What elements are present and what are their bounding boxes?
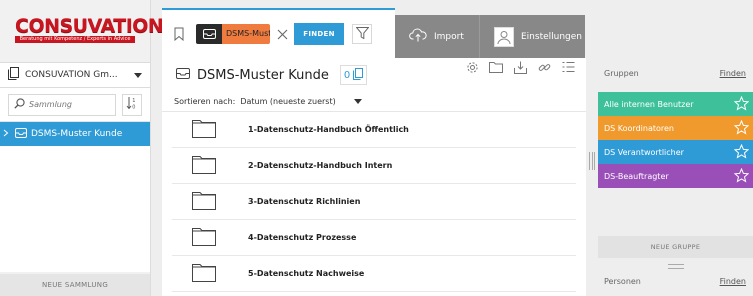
folder-icon <box>192 190 246 213</box>
folder-row[interactable]: 2-Datenschutz-Handbuch Intern <box>172 148 576 184</box>
folder-row[interactable]: 5-Datenschutz Nachweise <box>172 256 576 292</box>
document-count-badge[interactable]: 0 <box>339 65 368 85</box>
inbox-icon <box>196 24 222 44</box>
chevron-right-icon[interactable] <box>3 129 9 140</box>
groups-label: Gruppen <box>604 69 639 78</box>
folder-row[interactable]: 3-Datenschutz Richlinien <box>172 184 576 220</box>
group-name: DS Koordinatoren <box>604 123 674 133</box>
folder-icon[interactable] <box>484 61 508 74</box>
collection-name: CONSUVATION Gm... <box>25 70 118 80</box>
document-count: 0 <box>343 69 351 81</box>
groups-find-link[interactable]: Finden <box>720 69 746 78</box>
collection-icon <box>8 67 19 83</box>
filter-icon <box>354 26 370 42</box>
tree-item-label: DSMS-Muster Kunde <box>31 129 123 139</box>
folder-name: 2-Datenschutz-Handbuch Intern <box>248 161 393 170</box>
user-icon <box>494 26 514 47</box>
group-name: Alle internen Benutzer <box>604 99 694 109</box>
folder-icon <box>192 262 246 285</box>
bookmark-icon[interactable] <box>170 27 188 41</box>
sort-select[interactable]: Datum (neueste zuerst) <box>240 97 350 106</box>
logo-area: CONSUVATION Beratung mit Kompetenz / Exp… <box>0 0 164 62</box>
resize-handle[interactable] <box>589 152 595 170</box>
logo[interactable]: CONSUVATION Beratung mit Kompetenz / Exp… <box>15 15 164 46</box>
chip-label: DSMS-Must <box>222 24 270 44</box>
folder-icon <box>192 118 246 141</box>
folder-icon <box>192 226 246 249</box>
folder-row[interactable]: 1-Datenschutz-Handbuch Öffentlich <box>172 112 576 148</box>
sort-button[interactable]: 10 <box>122 93 142 116</box>
main-panel: DSMS-Muster Kunde 0 Sortieren nach: Datu… <box>162 58 586 296</box>
search-filter-chip[interactable]: DSMS-Must <box>196 24 270 44</box>
download-icon[interactable] <box>508 61 532 74</box>
search-icon <box>14 97 25 112</box>
filter-button[interactable] <box>352 24 372 44</box>
page-title: DSMS-Muster Kunde <box>197 67 329 83</box>
import-label: Import <box>434 31 464 42</box>
folder-icon <box>192 154 246 177</box>
groups-header: Gruppen Finden <box>604 69 746 78</box>
star-icon[interactable] <box>733 119 750 137</box>
folder-name: 1-Datenschutz-Handbuch Öffentlich <box>248 125 409 134</box>
collection-search-box[interactable] <box>8 93 116 116</box>
cloud-upload-icon <box>409 28 427 45</box>
right-panel: Gruppen Finden Alle internen Benutzer DS… <box>598 0 753 296</box>
inbox-icon <box>15 127 27 141</box>
group-item[interactable]: DS Koordinatoren <box>598 116 753 140</box>
tree-item-dsms-muster-kunde[interactable]: DSMS-Muster Kunde <box>0 122 150 146</box>
folder-name: 3-Datenschutz Richlinien <box>248 197 361 206</box>
folder-name: 5-Datenschutz Nachweise <box>248 269 365 278</box>
group-item[interactable]: Alle internen Benutzer <box>598 92 753 116</box>
logo-tagline: Beratung mit Kompetenz / Experts in Advi… <box>15 36 135 43</box>
group-name: DS Verantwortlicher <box>604 147 684 157</box>
group-item[interactable]: DS Verantwortlicher <box>598 140 753 164</box>
collection-search-row: 10 <box>0 88 150 122</box>
import-button[interactable]: Import <box>395 15 479 58</box>
group-list: Alle internen Benutzer DS Koordinatoren … <box>598 92 753 188</box>
documents-icon <box>353 67 364 83</box>
sort-icon: 10 <box>126 96 138 113</box>
inbox-icon <box>176 68 190 82</box>
settings-label: Einstellungen <box>521 31 583 42</box>
star-icon[interactable] <box>733 95 750 113</box>
list-view-icon[interactable] <box>556 61 580 74</box>
new-group-button[interactable]: NEUE GRUPPE <box>598 236 753 258</box>
search-bar: DSMS-Must FINDEN <box>162 8 395 58</box>
main-header: DSMS-Muster Kunde 0 <box>162 58 586 92</box>
chevron-down-icon[interactable] <box>134 72 142 78</box>
resize-handle[interactable] <box>668 264 684 269</box>
star-icon[interactable] <box>733 143 750 161</box>
gear-icon[interactable] <box>460 61 484 74</box>
persons-label: Personen <box>604 277 641 286</box>
sort-row: Sortieren nach: Datum (neueste zuerst) <box>162 92 586 112</box>
chevron-down-icon[interactable] <box>354 99 363 104</box>
panel-splitter <box>586 0 598 296</box>
folder-name: 4-Datenschutz Prozesse <box>248 233 357 242</box>
link-icon[interactable] <box>532 61 556 74</box>
persons-find-link[interactable]: Finden <box>720 277 746 286</box>
svg-text:1: 1 <box>132 98 135 104</box>
header-actions <box>460 61 580 74</box>
collection-selector[interactable]: CONSUVATION Gm... <box>0 62 150 88</box>
sort-label: Sortieren nach: <box>174 97 236 106</box>
folder-list: 1-Datenschutz-Handbuch Öffentlich 2-Date… <box>162 112 586 292</box>
top-toolbar: DSMS-Must FINDEN Import Einstellungen <box>162 0 586 58</box>
collection-tree: DSMS-Muster Kunde <box>0 122 150 272</box>
group-name: DS-Beauftragter <box>604 171 669 181</box>
group-item[interactable]: DS-Beauftragter <box>598 164 753 188</box>
persons-header: Personen Finden <box>604 277 746 286</box>
logo-brand: CONSUVATION <box>15 15 164 37</box>
close-icon[interactable] <box>275 29 289 40</box>
star-icon[interactable] <box>733 167 750 185</box>
left-sidebar: CONSUVATION Beratung mit Kompetenz / Exp… <box>0 0 164 296</box>
folder-row[interactable]: 4-Datenschutz Prozesse <box>172 220 576 256</box>
find-button[interactable]: FINDEN <box>294 23 344 45</box>
settings-button[interactable]: Einstellungen <box>479 15 585 58</box>
new-collection-button[interactable]: NEUE SAMMLUNG <box>0 274 150 296</box>
collection-search-input[interactable] <box>29 100 109 109</box>
svg-text:0: 0 <box>132 105 135 111</box>
